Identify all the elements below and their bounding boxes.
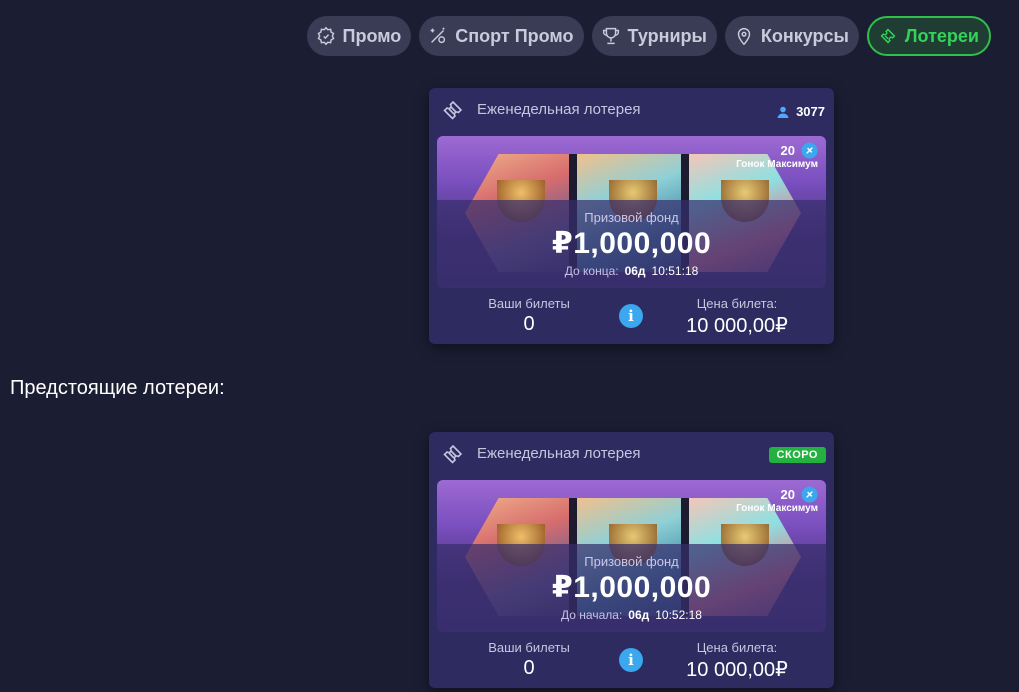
countdown-time: 10:51:18 xyxy=(651,264,699,278)
tab-contests[interactable]: Конкурсы xyxy=(724,16,859,56)
prize-fund-value: ₽1,000,000 xyxy=(551,227,712,260)
gear-badge-icon xyxy=(317,26,334,46)
your-tickets-value: 0 xyxy=(523,657,535,679)
ticket-badge-icon xyxy=(801,142,818,159)
upcoming-lotteries-heading: Предстоящие лотереи: xyxy=(10,377,225,399)
ticket-price: Цена билета: 10 000,00₽ xyxy=(667,640,807,682)
lottery-banner: 20 Гонок Максимум Призовой фонд ₽1,000,0… xyxy=(437,136,826,288)
ticket-badge-icon xyxy=(801,486,818,503)
prize-fund-label: Призовой фонд xyxy=(584,210,679,225)
countdown: До начала: 06д 10:52:18 xyxy=(437,608,826,622)
user-icon xyxy=(777,106,789,118)
tab-tournaments-label: Турниры xyxy=(627,25,707,46)
winners-info: 20 Гонок Максимум xyxy=(736,486,818,514)
your-tickets-label: Ваши билеты xyxy=(488,296,570,311)
lottery-banner: 20 Гонок Максимум Призовой фонд ₽1,000,0… xyxy=(437,480,826,632)
prize-fund-label: Призовой фонд xyxy=(584,554,679,569)
winners-count: 20 xyxy=(780,487,795,502)
countdown: До конца: 06д 10:51:18 xyxy=(437,264,826,278)
info-button[interactable]: i xyxy=(619,304,643,328)
countdown-label: До конца: xyxy=(564,264,619,278)
ticket-icon xyxy=(443,444,463,464)
tab-promo-label: Промо xyxy=(342,25,402,46)
your-tickets: Ваши билеты 0 xyxy=(469,296,589,336)
ticket-price-label: Цена билета: xyxy=(696,640,778,655)
tab-lotteries-label: Лотереи xyxy=(904,25,979,46)
prize-fund-value: ₽1,000,000 xyxy=(551,571,712,604)
ticket-price-value: 10 000,00₽ xyxy=(686,659,788,681)
participants-count: 3077 xyxy=(776,104,825,119)
tab-lotteries[interactable]: Лотереи xyxy=(866,16,991,56)
ticket-icon xyxy=(443,100,463,120)
winners-label: Гонок Максимум xyxy=(736,503,818,514)
winners-count: 20 xyxy=(780,143,795,158)
countdown-time: 10:52:18 xyxy=(655,608,702,622)
lottery-tabs: Промо Спорт Промо Турниры Конкурсы Лотер… xyxy=(306,16,991,56)
participants-value: 3077 xyxy=(796,104,825,119)
lottery-title: Еженедельная лотерея xyxy=(477,101,641,118)
soon-badge: СКОРО xyxy=(768,447,826,463)
countdown-label: До начала: xyxy=(561,608,623,622)
your-tickets-value: 0 xyxy=(523,313,535,335)
card-stats: Ваши билеты 0 i Цена билета: 10 000,00₽ xyxy=(429,296,834,344)
info-button[interactable]: i xyxy=(619,648,643,672)
tab-sport-promo-label: Спорт Промо xyxy=(455,25,574,46)
ticket-price-label: Цена билета: xyxy=(696,296,778,311)
countdown-days: 06д xyxy=(624,264,646,278)
lottery-title: Еженедельная лотерея xyxy=(477,445,641,462)
tab-contests-label: Конкурсы xyxy=(760,25,849,46)
tab-tournaments[interactable]: Турниры xyxy=(591,16,717,56)
ticket-price: Цена билета: 10 000,00₽ xyxy=(667,296,807,338)
ticket-price-value: 10 000,00₽ xyxy=(686,315,788,337)
tab-sport-promo[interactable]: Спорт Промо xyxy=(419,16,584,56)
sport-badge-icon xyxy=(430,27,446,44)
winners-label: Гонок Максимум xyxy=(736,159,818,170)
winners-info: 20 Гонок Максимум xyxy=(736,142,818,170)
your-tickets-label: Ваши билеты xyxy=(488,640,570,655)
lottery-card-upcoming[interactable]: Еженедельная лотерея СКОРО 20 Гонок Макс… xyxy=(429,432,834,688)
lottery-card-current[interactable]: Еженедельная лотерея 3077 20 Гонок Макси… xyxy=(429,88,834,344)
card-stats: Ваши билеты 0 i Цена билета: 10 000,00₽ xyxy=(429,640,834,688)
card-header: Еженедельная лотерея СКОРО xyxy=(429,432,834,476)
your-tickets: Ваши билеты 0 xyxy=(469,640,589,680)
countdown-days: 06д xyxy=(628,608,650,622)
tab-promo[interactable]: Промо xyxy=(306,16,412,56)
ticket-icon xyxy=(880,28,896,44)
trophy-icon xyxy=(602,27,619,45)
card-header: Еженедельная лотерея 3077 xyxy=(429,88,834,132)
location-pin-icon xyxy=(737,28,751,46)
